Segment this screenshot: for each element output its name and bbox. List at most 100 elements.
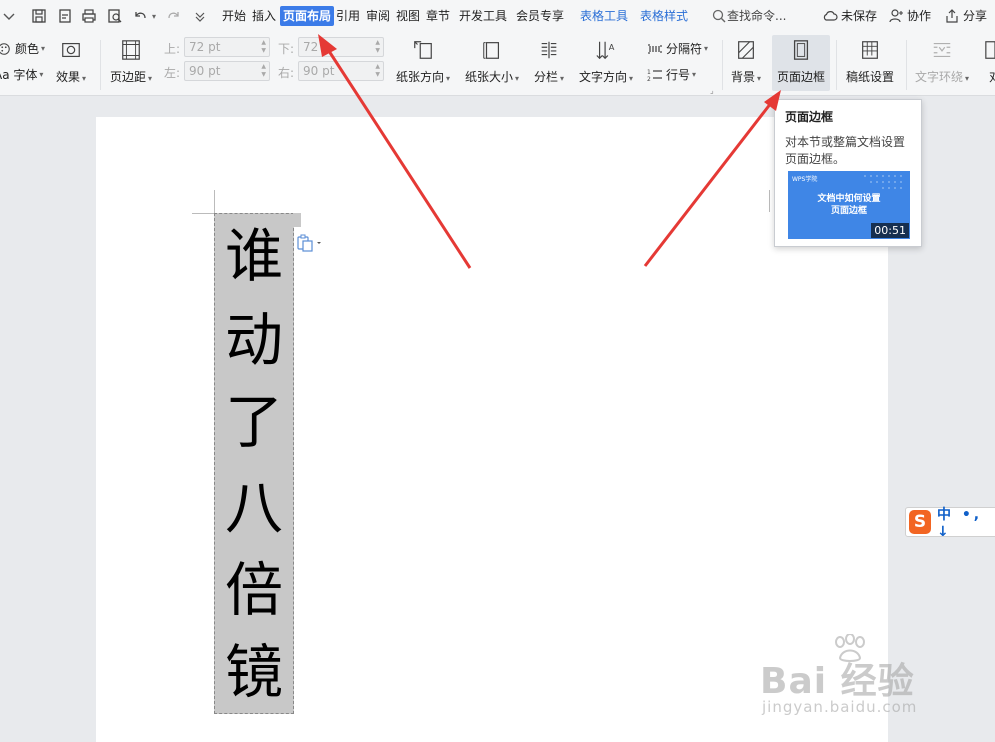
page-break-icon: [647, 41, 663, 57]
orientation-button[interactable]: 纸张方向 ▾: [396, 38, 450, 85]
tab-references[interactable]: 引用: [336, 6, 360, 26]
margins-button[interactable]: 页边距 ▾: [110, 38, 152, 85]
text-char: 镜: [224, 638, 283, 706]
tab-table-tools[interactable]: 表格工具: [580, 6, 628, 26]
thumbnail-title-line1: 文档中如何设置: [817, 194, 881, 204]
dialog-launcher-icon[interactable]: ⌟: [710, 86, 714, 95]
bottom-margin-value: 72: [303, 40, 319, 54]
font-prefix-icon: Aa: [0, 67, 10, 82]
text-direction-label: 文字方向: [579, 70, 628, 84]
redo-icon[interactable]: [165, 7, 183, 25]
right-margin-value: 90 pt: [303, 64, 335, 78]
text-char: 动: [224, 306, 283, 374]
text-char: 八: [224, 474, 283, 542]
undo-dropdown-icon[interactable]: ▾: [148, 7, 158, 25]
manuscript-settings-button[interactable]: 稿纸设置: [846, 38, 894, 85]
tab-review[interactable]: 审阅: [366, 6, 390, 26]
text-wrap-icon: [930, 38, 954, 62]
paw-logo-icon: [835, 634, 865, 662]
collaborate-icon: [887, 7, 905, 25]
right-margin-label: 右:: [278, 66, 295, 80]
tab-developer[interactable]: 开发工具: [459, 6, 507, 26]
print-preview-icon[interactable]: [106, 7, 124, 25]
background-label: 背景: [731, 70, 756, 84]
ribbon-divider: [906, 40, 907, 90]
bottom-margin-label: 下:: [278, 42, 295, 56]
spin-up-icon[interactable]: ▲: [261, 63, 266, 70]
margin-corner-mark: [192, 213, 214, 214]
undo-icon[interactable]: [131, 7, 149, 25]
ribbon-divider: [100, 40, 101, 90]
search-icon: [710, 7, 728, 25]
save-icon[interactable]: [30, 7, 48, 25]
collaborate-button[interactable]: 协作: [907, 6, 931, 26]
separator-button[interactable]: 分隔符 ▾: [647, 40, 708, 57]
separator-label: 分隔符: [666, 42, 703, 56]
margin-corner-mark: [769, 190, 770, 212]
cloud-icon: [821, 7, 839, 25]
background-button[interactable]: 背景 ▾: [731, 38, 761, 85]
ime-mode-text[interactable]: 中 •, ↓: [937, 504, 995, 540]
theme-effect-button[interactable]: 效果 ▾: [56, 38, 86, 85]
tab-home[interactable]: 开始: [222, 6, 246, 26]
ime-toolbar[interactable]: S 中 •, ↓: [905, 504, 995, 540]
spin-down-icon[interactable]: ▼: [375, 71, 380, 78]
customize-toolbar-icon[interactable]: [191, 7, 209, 25]
left-margin-label: 左:: [164, 66, 181, 80]
paste-options-icon[interactable]: [297, 234, 323, 252]
theme-color-button[interactable]: 颜色 ▾: [0, 40, 45, 57]
ribbon-divider: [836, 40, 837, 90]
tutorial-video-thumbnail[interactable]: WPS学院 文档中如何设置 页面边框 00:51: [788, 171, 910, 239]
top-margin-value: 72 pt: [189, 40, 221, 54]
tab-chapter[interactable]: 章节: [426, 6, 450, 26]
ribbon-toolbar: 颜色▾ Aa 字体▾ 效果▾ 页边距▾ 上: 72 pt ▲ ▼ 下: 72 ▲…: [0, 32, 995, 96]
text-char: 谁: [224, 222, 283, 290]
paper-size-button[interactable]: 纸张大小 ▾: [465, 38, 519, 85]
theme-font-button[interactable]: Aa 字体▾: [0, 66, 43, 83]
text-wrap-button[interactable]: 文字环绕 ▾: [915, 38, 969, 85]
print-icon[interactable]: [80, 7, 98, 25]
page-border-button[interactable]: 页面边框: [772, 35, 830, 91]
bottom-margin-input[interactable]: 72 ▲ ▼: [298, 37, 384, 57]
tab-insert[interactable]: 插入: [252, 6, 276, 26]
margins-icon: [119, 38, 143, 62]
tab-page-layout[interactable]: 页面布局: [280, 6, 335, 26]
text-char: 倍: [224, 556, 283, 624]
baidu-watermark: Bai 经验 jingyan.baidu.com: [760, 634, 916, 716]
right-margin-input[interactable]: 90 pt ▲ ▼: [298, 61, 384, 81]
ribbon-divider: [722, 40, 723, 90]
top-margin-input[interactable]: 72 pt ▲ ▼: [184, 37, 270, 57]
left-margin-input[interactable]: 90 pt ▲ ▼: [184, 61, 270, 81]
columns-button[interactable]: 分栏 ▾: [534, 38, 564, 85]
theme-font-label: 字体: [13, 68, 38, 82]
margins-label: 页边距: [110, 70, 147, 84]
search-command-input[interactable]: 查找命令...: [727, 6, 786, 26]
unsaved-status[interactable]: 未保存: [841, 6, 877, 26]
spin-up-icon[interactable]: ▲: [261, 39, 266, 46]
spin-down-icon[interactable]: ▼: [261, 47, 266, 54]
align-button[interactable]: 对: [983, 38, 995, 85]
spin-up-icon[interactable]: ▲: [375, 39, 380, 46]
left-margin-value: 90 pt: [189, 64, 221, 78]
tab-member[interactable]: 会员专享: [516, 6, 564, 26]
spin-up-icon[interactable]: ▲: [375, 63, 380, 70]
orientation-icon: [411, 38, 435, 62]
export-pdf-icon[interactable]: [56, 7, 74, 25]
line-number-button[interactable]: 12 行号 ▾: [647, 66, 696, 83]
tab-view[interactable]: 视图: [396, 6, 420, 26]
columns-icon: [537, 38, 561, 62]
orientation-label: 纸张方向: [396, 70, 445, 84]
vertical-text-box[interactable]: 谁 动 了 八 倍 镜: [214, 213, 294, 714]
line-number-label: 行号: [666, 68, 691, 82]
textbox-handle[interactable]: [293, 213, 301, 227]
chevron-down-icon[interactable]: [0, 7, 18, 25]
paper-size-label: 纸张大小: [465, 70, 514, 84]
effect-icon: [59, 38, 83, 62]
sogou-logo-icon: S: [909, 510, 931, 534]
spin-down-icon[interactable]: ▼: [375, 47, 380, 54]
text-direction-button[interactable]: A 文字方向 ▾: [579, 38, 633, 85]
spin-down-icon[interactable]: ▼: [261, 71, 266, 78]
tab-table-style[interactable]: 表格样式: [640, 6, 688, 26]
share-button[interactable]: 分享: [963, 6, 987, 26]
svg-text:1: 1: [647, 69, 651, 76]
